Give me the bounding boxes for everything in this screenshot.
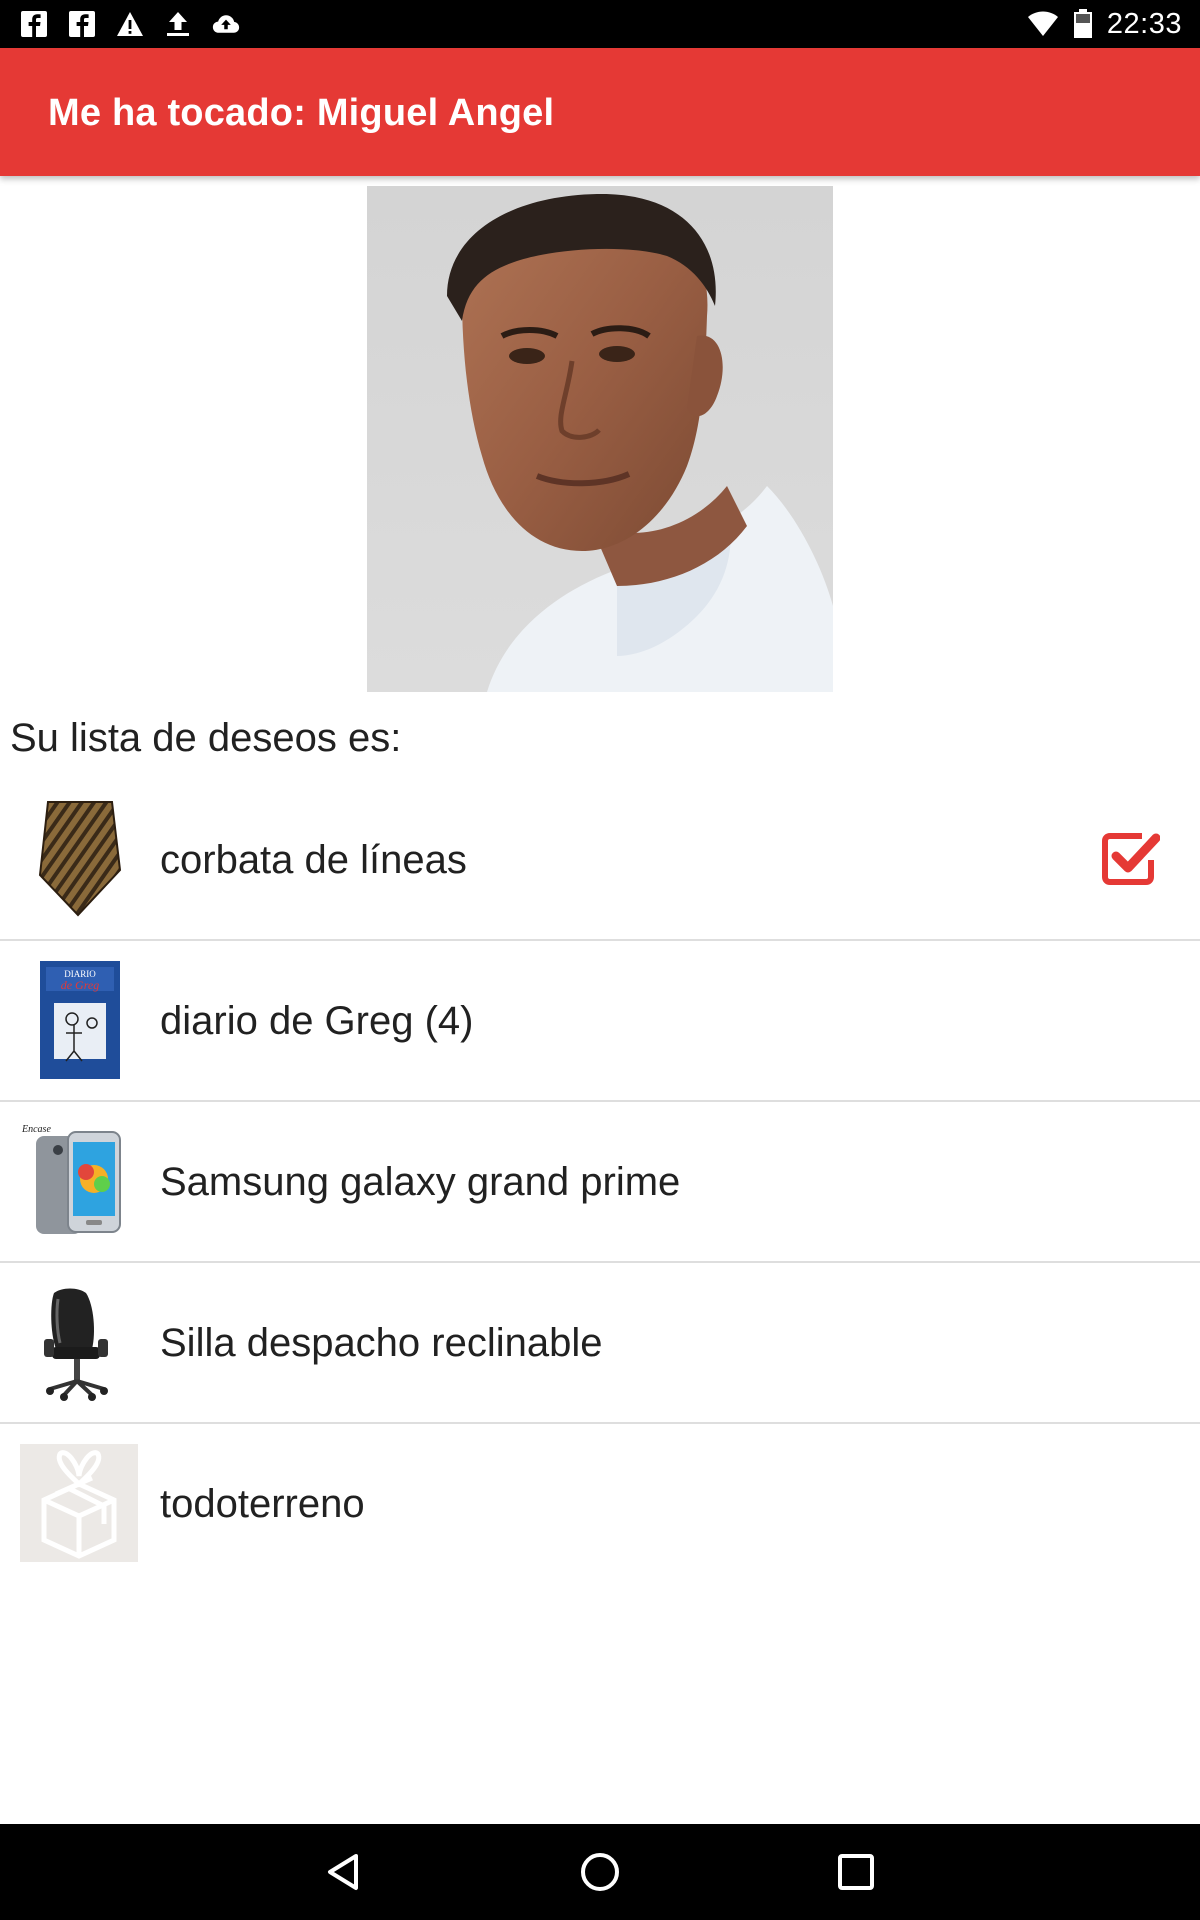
- system-icons: 22:33: [1027, 6, 1182, 42]
- book-cover-icon: DIARIO de Greg: [40, 961, 120, 1079]
- upload-icon: [167, 12, 189, 36]
- item-label: corbata de líneas: [160, 837, 467, 882]
- notification-icons: [20, 8, 240, 40]
- recents-icon[interactable]: [832, 1848, 880, 1896]
- item-label: todoterreno: [160, 1481, 365, 1526]
- svg-text:de Greg: de Greg: [61, 978, 100, 992]
- list-item[interactable]: Encase Samsung galaxy grand prime: [0, 1102, 1200, 1263]
- person-photo: [367, 186, 833, 692]
- gift-box-icon: [20, 1444, 138, 1562]
- facebook-icon: [21, 11, 47, 37]
- facebook-icon: [69, 11, 95, 37]
- app-bar: Me ha tocado: Miguel Angel: [0, 48, 1200, 176]
- navigation-bar: [0, 1824, 1200, 1920]
- profile-photo: [367, 186, 833, 692]
- warning-icon: [117, 12, 143, 36]
- item-label: Samsung galaxy grand prime: [160, 1159, 681, 1204]
- page-title: Me ha tocado: Miguel Angel: [48, 92, 555, 134]
- tie-icon: [38, 801, 122, 917]
- office-chair-icon: [44, 1288, 108, 1401]
- item-label: Silla despacho reclinable: [160, 1320, 603, 1365]
- cloud-upload-icon: [212, 15, 240, 33]
- wishlist-heading: Su lista de deseos es:: [10, 716, 402, 760]
- wishlist: corbata de líneas DIARIO de Greg diario …: [0, 780, 1200, 1583]
- checkbox-checked-icon[interactable]: [1102, 832, 1160, 886]
- status-time: 22:33: [1106, 7, 1182, 40]
- wifi-icon: [1027, 11, 1058, 36]
- list-item[interactable]: Silla despacho reclinable: [0, 1263, 1200, 1424]
- home-icon[interactable]: [576, 1848, 624, 1896]
- back-icon[interactable]: [320, 1848, 368, 1896]
- svg-text:Encase: Encase: [21, 1124, 51, 1135]
- status-bar: 22:33: [0, 0, 1200, 48]
- list-item[interactable]: todoterreno: [0, 1424, 1200, 1583]
- list-item[interactable]: corbata de líneas: [0, 780, 1200, 941]
- smartphone-icon: Encase: [21, 1124, 121, 1234]
- battery-icon: [1073, 9, 1092, 38]
- item-label: diario de Greg (4): [160, 998, 474, 1043]
- list-item[interactable]: DIARIO de Greg diario de Greg (4): [0, 941, 1200, 1102]
